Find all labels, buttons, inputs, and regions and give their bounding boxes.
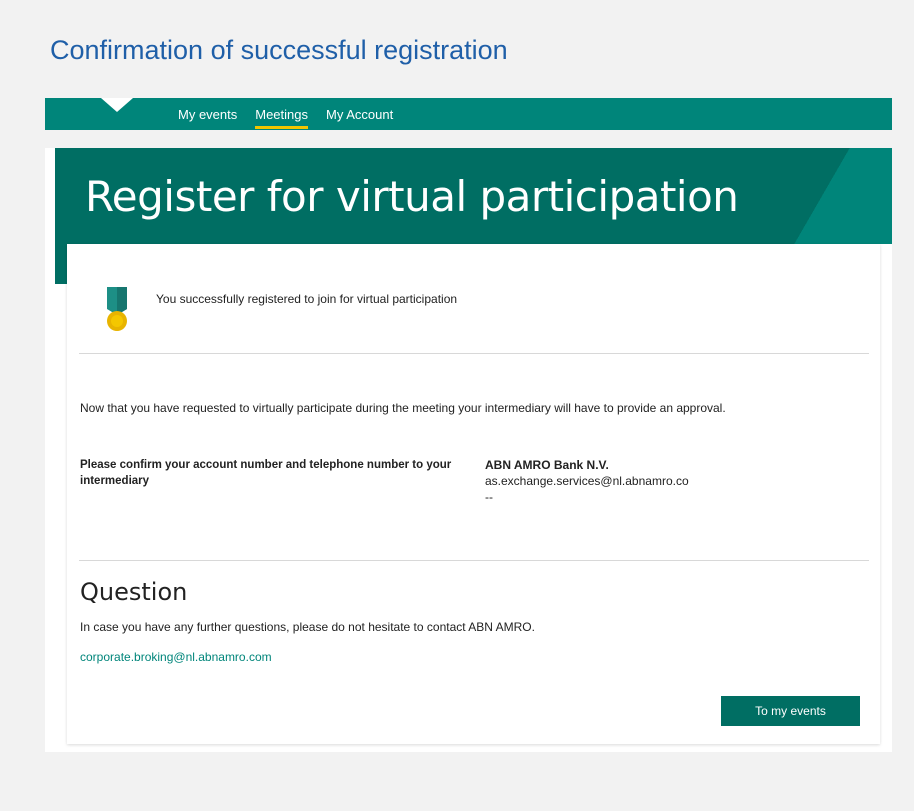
nav-item-my-account[interactable]: My Account bbox=[326, 98, 393, 130]
confirm-label: Please confirm your account number and t… bbox=[80, 459, 452, 487]
hero-banner: Register for virtual participation bbox=[55, 148, 892, 244]
nav-item-meetings[interactable]: Meetings bbox=[255, 98, 308, 130]
contact-email-link[interactable]: corporate.broking@nl.abnamro.com bbox=[80, 650, 272, 664]
app-screenshot: My events Meetings My Account Register f… bbox=[45, 98, 892, 752]
nav-notch bbox=[101, 98, 133, 112]
nav-spacer bbox=[45, 130, 892, 148]
divider bbox=[79, 353, 869, 354]
to-my-events-button[interactable]: To my events bbox=[721, 696, 860, 726]
page-title: Confirmation of successful registration bbox=[50, 35, 508, 65]
question-text: In case you have any further questions, … bbox=[80, 620, 535, 634]
hero-title: Register for virtual participation bbox=[85, 172, 739, 221]
medal-icon bbox=[107, 287, 127, 331]
contact-email: as.exchange.services@nl.abnamro.co bbox=[485, 474, 689, 488]
success-message: You successfully registered to join for … bbox=[156, 292, 458, 306]
contact-phone: -- bbox=[485, 490, 493, 504]
question-title: Question bbox=[80, 578, 188, 606]
nav-items: My events Meetings My Account bbox=[178, 98, 411, 130]
contact-name: ABN AMRO Bank N.V. bbox=[485, 458, 609, 472]
top-navigation: My events Meetings My Account bbox=[45, 98, 892, 130]
nav-item-my-events[interactable]: My events bbox=[178, 98, 237, 130]
approval-info: Now that you have requested to virtually… bbox=[80, 401, 726, 415]
hero-tail bbox=[55, 244, 67, 284]
intermediary-contact: ABN AMRO Bank N.V. as.exchange.services@… bbox=[485, 457, 689, 505]
divider bbox=[79, 560, 869, 561]
registration-card: You successfully registered to join for … bbox=[67, 244, 880, 744]
